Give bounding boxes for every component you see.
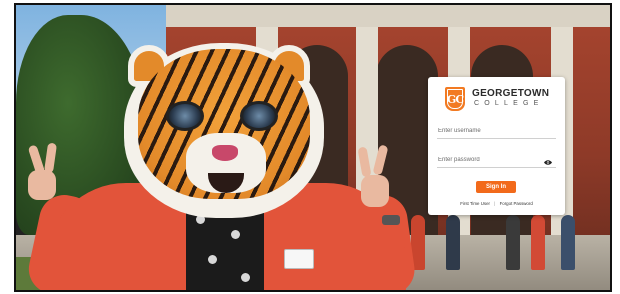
college-name: GEORGETOWN <box>472 88 550 99</box>
mascot-left-hand <box>28 170 56 200</box>
college-subtitle: COLLEGE <box>474 100 544 107</box>
login-card: GC GEORGETOWN COLLEGE Sign In First Time… <box>428 77 565 215</box>
mascot-left-eye <box>166 101 204 131</box>
eye-icon[interactable] <box>544 160 552 165</box>
crowd-person <box>446 215 460 270</box>
crowd-person <box>561 215 575 270</box>
crowd-person <box>531 215 545 270</box>
mascot-watch <box>382 215 400 225</box>
crowd-person <box>506 215 520 270</box>
forgot-password-link[interactable]: Forgot Password <box>500 201 533 206</box>
sign-in-button[interactable]: Sign In <box>476 181 516 193</box>
password-input[interactable] <box>437 153 556 168</box>
mascot-nametag <box>284 249 314 269</box>
shield-logo-icon: GC <box>445 87 465 111</box>
first-time-user-link[interactable]: First Time User <box>460 201 490 206</box>
mascot-right-eye <box>240 101 278 131</box>
mascot-right-hand <box>361 175 389 207</box>
login-links: First Time User | Forgot Password <box>428 201 565 206</box>
username-input[interactable] <box>437 124 556 139</box>
mascot-nose <box>212 145 238 161</box>
logo-mark-text: GC <box>446 92 464 106</box>
link-separator: | <box>494 201 496 206</box>
building-cornice <box>166 5 610 27</box>
